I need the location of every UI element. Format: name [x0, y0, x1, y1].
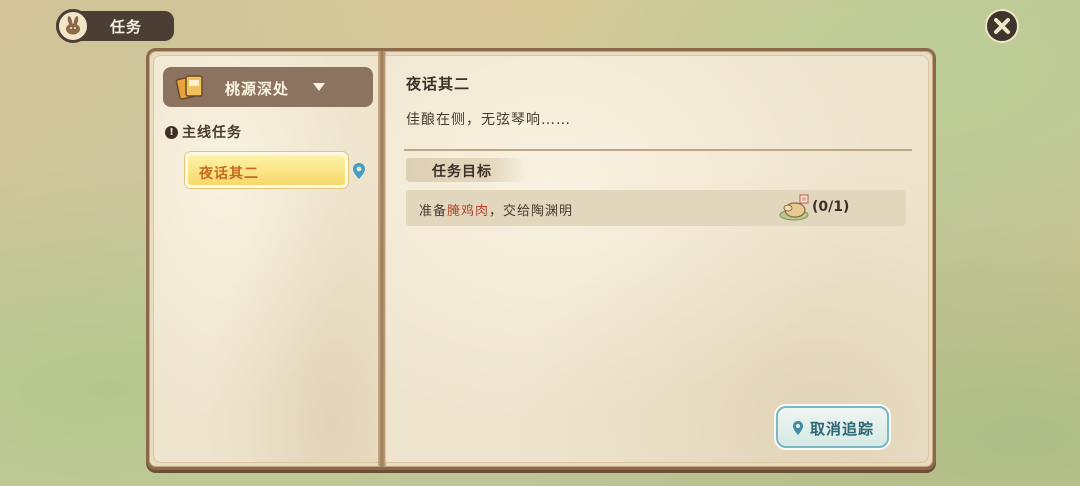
main-quest-section-label: 主线任务 [182, 125, 242, 141]
map-cards-icon [175, 75, 203, 100]
window-title-tab: 任务 [56, 9, 174, 43]
goal-section-label: 任务目标 [432, 164, 492, 180]
goal-row: 准备 腌鸡肉 ，交给陶渊明 (0/1) [406, 190, 906, 226]
goal-item-name: 腌鸡肉 [447, 204, 490, 219]
goal-text-suffix: ，交给陶渊明 [489, 204, 574, 219]
chevron-down-icon [313, 83, 325, 91]
quest-title: 夜话其二 [406, 75, 471, 93]
location-pin-icon [353, 163, 365, 179]
goal-text-prefix: 准备 [419, 204, 448, 219]
divider [404, 149, 912, 151]
close-icon [994, 18, 1010, 34]
alert-icon: ! [165, 125, 178, 139]
window-title: 任务 [110, 18, 143, 36]
quest-list-item[interactable]: 夜话其二 [185, 152, 348, 188]
quest-list-page [153, 55, 381, 463]
close-button[interactable] [985, 9, 1019, 43]
goal-progress-count: (0/1) [812, 199, 850, 215]
region-dropdown[interactable]: 桃源深处 [163, 67, 373, 107]
goal-text: 准备 腌鸡肉 ，交给陶渊明 [419, 200, 573, 219]
quest-list-item-label: 夜话其二 [199, 166, 259, 182]
untrack-button[interactable]: 取消追踪 [776, 406, 889, 448]
location-pin-icon [793, 421, 803, 435]
roast-chicken-icon [779, 194, 809, 221]
main-quest-section-header: ! 主线任务 [165, 122, 242, 142]
region-label: 桃源深处 [225, 80, 290, 98]
rabbit-icon [56, 9, 90, 43]
goal-section-header: 任务目标 [406, 158, 526, 182]
untrack-button-label: 取消追踪 [810, 420, 875, 438]
quest-description: 佳酿在侧，无弦琴响…… [406, 112, 571, 128]
